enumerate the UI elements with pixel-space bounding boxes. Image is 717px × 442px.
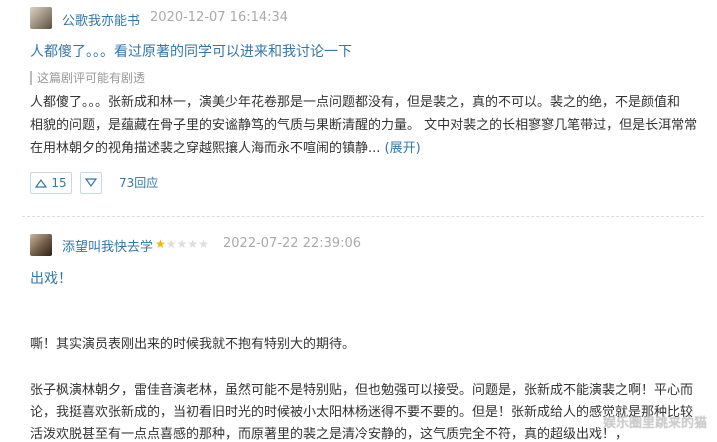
expand-link[interactable]: (展开): [385, 141, 421, 156]
watermark: 娱乐圈里跳来的猫: [602, 416, 707, 431]
avatar[interactable]: [30, 234, 52, 256]
review2-paragraph: 嘶！其实演员表刚出来的时候我就不抱有特别大的期待。: [30, 337, 356, 352]
rating-stars: ★ ★ ★ ★ ★: [155, 237, 209, 251]
arrow-up-icon: [35, 178, 48, 188]
review1-body-line: 在用林朝夕的视角描述裴之穿越熙攘人海而永不喧闹的镇静... (展开): [30, 137, 700, 160]
downvote-button[interactable]: [80, 172, 102, 194]
review2-paragraph: 活泼欢脱甚至有一点点喜感的那种，而原著里的裴之是清冷安静的，这气质完全不符，真的…: [30, 427, 629, 442]
review2-paragraph: 论，我挺喜欢张新成的，当初看旧时光的时候被小太阳林杨迷得不要不要的。但是！张新成…: [30, 405, 694, 420]
upvote-button[interactable]: 15: [30, 172, 72, 194]
review2-username[interactable]: 添望叫我快去学: [62, 236, 153, 255]
divider: [22, 216, 704, 217]
star-icon-empty: ★: [198, 237, 209, 251]
review1-body-line: 人都傻了。。。张新成和林一，演美少年花卷那是一点问题都没有，但是裴之，真的不可以…: [30, 95, 681, 110]
review1-body-line: 相貌的问题，是蕴藏在骨子里的安谧静笃的气质与果断清醒的力量。 文中对裴之的长相寥…: [30, 118, 698, 133]
star-icon-filled: ★: [155, 237, 166, 251]
star-icon-empty: ★: [187, 237, 199, 251]
review1-time: 2020-12-07 16:14:34: [150, 10, 289, 25]
replies-link[interactable]: 73回应: [119, 174, 158, 191]
spoiler-note: 这篇剧评可能有剧透: [30, 71, 145, 85]
star-icon-empty: ★: [165, 237, 177, 251]
arrow-down-icon: [85, 178, 97, 188]
upvote-count: 15: [51, 176, 67, 190]
review2-time: 2022-07-22 22:39:06: [223, 236, 362, 251]
star-icon-empty: ★: [176, 237, 188, 251]
review1-title[interactable]: 人都傻了。。。看过原著的同学可以进来和我讨论一下: [30, 41, 352, 61]
review2-paragraph: 张子枫演林朝夕，雷佳音演老林，虽然可能不是特别贴，但也勉强可以接受。问题是，张新…: [30, 383, 694, 398]
review1-username[interactable]: 公歌我亦能书: [62, 10, 140, 29]
review1-body: 人都傻了。。。张新成和林一，演美少年花卷那是一点问题都没有，但是裴之，真的不可以…: [30, 91, 700, 160]
review2-title[interactable]: 出戏！: [30, 268, 72, 288]
avatar[interactable]: [30, 7, 52, 29]
review1-body-line-text: 在用林朝夕的视角描述裴之穿越熙攘人海而永不喧闹的镇静...: [30, 141, 381, 156]
